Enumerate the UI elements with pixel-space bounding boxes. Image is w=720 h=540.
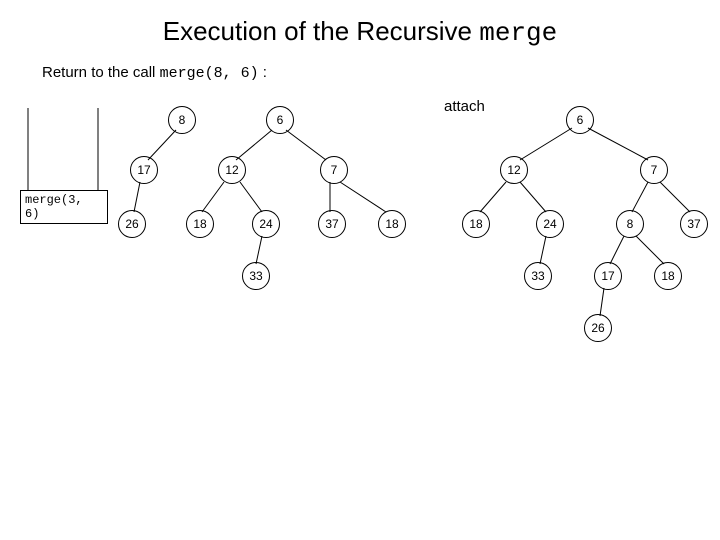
- right-node-33: 33: [524, 262, 552, 290]
- subtitle-mono: merge(8, 6): [160, 65, 259, 82]
- title-mono: merge: [479, 18, 557, 48]
- left-node-37: 37: [318, 210, 346, 238]
- page-title: Execution of the Recursive merge: [0, 0, 720, 48]
- title-text: Execution of the Recursive: [163, 16, 480, 46]
- right-node-24: 24: [536, 210, 564, 238]
- subtitle: Return to the call merge(8, 6) :: [42, 64, 720, 82]
- left-node-18b: 18: [378, 210, 406, 238]
- left-node-33: 33: [242, 262, 270, 290]
- right-node-37: 37: [680, 210, 708, 238]
- callstack-text: merge(3, 6): [25, 193, 83, 221]
- subtitle-prefix: Return to the call: [42, 64, 160, 81]
- left-node-18: 18: [186, 210, 214, 238]
- right-node-18: 18: [462, 210, 490, 238]
- right-node-18b: 18: [654, 262, 682, 290]
- right-node-12: 12: [500, 156, 528, 184]
- left-node-17: 17: [130, 156, 158, 184]
- right-node-17: 17: [594, 262, 622, 290]
- right-node-7: 7: [640, 156, 668, 184]
- left-node-24: 24: [252, 210, 280, 238]
- right-node-8: 8: [616, 210, 644, 238]
- subtitle-suffix: :: [259, 64, 267, 81]
- left-node-12: 12: [218, 156, 246, 184]
- left-node-6: 6: [266, 106, 294, 134]
- left-node-7: 7: [320, 156, 348, 184]
- callstack-frame: merge(3, 6): [20, 190, 108, 224]
- right-node-6: 6: [566, 106, 594, 134]
- left-node-26: 26: [118, 210, 146, 238]
- attach-label: attach: [444, 98, 485, 115]
- left-node-8: 8: [168, 106, 196, 134]
- right-node-26: 26: [584, 314, 612, 342]
